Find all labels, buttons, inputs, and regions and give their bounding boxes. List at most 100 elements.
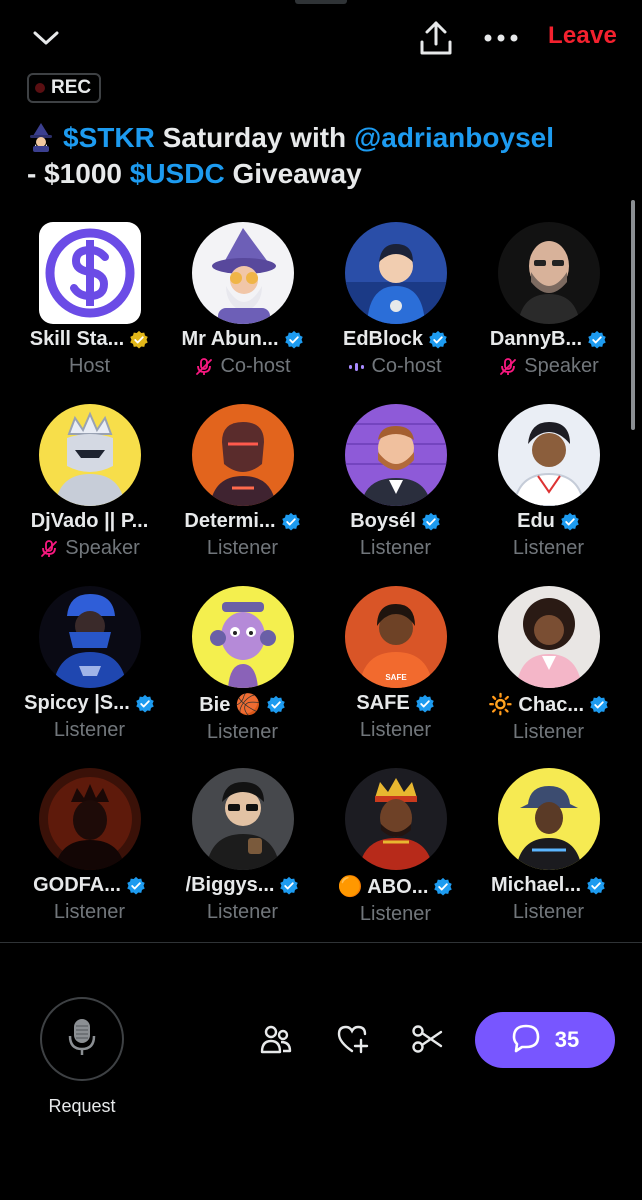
- avatar[interactable]: [38, 404, 141, 506]
- participant-card[interactable]: 🔆 Chac... Listener: [472, 586, 625, 756]
- participant-role-row: Co-host: [349, 355, 442, 378]
- participant-name: Skill Sta...: [29, 328, 125, 350]
- participant-card[interactable]: Determi... Listener: [166, 404, 319, 574]
- recording-dot-icon: [35, 83, 45, 93]
- participant-name: DannyB...: [489, 328, 583, 350]
- clip-icon[interactable]: [410, 1022, 444, 1056]
- title-usdc-link[interactable]: $USDC: [130, 158, 225, 189]
- participant-card[interactable]: Skill Sta... Host: [13, 222, 166, 392]
- title-stkr-link[interactable]: $STKR: [63, 122, 155, 153]
- participant-card[interactable]: Michael... Listener: [472, 768, 625, 938]
- participant-role-row: Listener: [207, 537, 278, 560]
- participant-role: Listener: [512, 721, 585, 743]
- participant-card[interactable]: GODFA... Listener: [13, 768, 166, 938]
- avatar[interactable]: [38, 222, 141, 324]
- participant-role-row: Listener: [207, 721, 278, 744]
- scrollbar[interactable]: [631, 200, 635, 430]
- wizard-emoji-icon: [27, 122, 55, 152]
- participant-card[interactable]: Boysél Listener: [319, 404, 472, 574]
- participant-name: Bie 🏀: [199, 694, 261, 716]
- recording-label: REC: [51, 77, 92, 98]
- title-text-2: - $1000: [27, 158, 130, 189]
- participant-role: Listener: [53, 719, 126, 741]
- participant-role-row: Listener: [513, 901, 584, 924]
- more-icon[interactable]: [478, 20, 524, 56]
- participant-role: Listener: [359, 903, 432, 925]
- mic-muted-icon: [194, 357, 214, 377]
- mic-muted-icon: [39, 539, 59, 559]
- request-mic-button[interactable]: [40, 997, 124, 1081]
- participant-role-row: Speaker: [498, 355, 599, 378]
- verified-badge-icon: [284, 330, 304, 350]
- participant-role-row: Listener: [207, 901, 278, 924]
- participant-name-row: Edu: [517, 510, 580, 533]
- title-text-3: Giveaway: [224, 158, 362, 189]
- avatar[interactable]: [191, 768, 294, 870]
- participant-name: Boysél: [350, 510, 416, 532]
- participant-name: Spiccy |S...: [24, 692, 130, 714]
- participant-name-row: Boysél: [350, 510, 441, 533]
- avatar[interactable]: [191, 222, 294, 324]
- verified-badge-icon: [428, 330, 448, 350]
- avatar[interactable]: [38, 586, 141, 688]
- share-icon[interactable]: [414, 16, 458, 60]
- avatar[interactable]: [344, 768, 447, 870]
- participant-role: Listener: [359, 537, 432, 559]
- participant-name: 🟠 ABO...: [337, 876, 429, 898]
- participant-role: Listener: [206, 721, 279, 743]
- verified-badge-icon: [421, 512, 441, 532]
- avatar[interactable]: [497, 222, 600, 324]
- avatar[interactable]: [191, 586, 294, 688]
- speaking-indicator-icon: [349, 362, 365, 371]
- divider: [0, 942, 642, 943]
- participant-name: DjVado || P...: [30, 510, 149, 532]
- participant-card[interactable]: Mr Abun... Co-host: [166, 222, 319, 392]
- recording-badge: REC: [27, 73, 102, 103]
- participant-role-row: Speaker: [39, 537, 140, 560]
- avatar[interactable]: [497, 768, 600, 870]
- participant-card[interactable]: 🟠 ABO... Listener: [319, 768, 472, 938]
- people-icon[interactable]: [259, 1022, 293, 1056]
- participant-card[interactable]: DannyB... Speaker: [472, 222, 625, 392]
- avatar[interactable]: [344, 222, 447, 324]
- participant-card[interactable]: DjVado || P... Speaker: [13, 404, 166, 574]
- leave-button[interactable]: Leave: [548, 22, 617, 50]
- participant-role: Co-host: [371, 355, 442, 377]
- top-handle: [295, 0, 347, 4]
- space-title: $STKR Saturday with @adrianboysel - $100…: [27, 120, 627, 192]
- avatar[interactable]: [497, 586, 600, 688]
- participant-card[interactable]: Spiccy |S... Listener: [13, 586, 166, 756]
- participant-name-row: 🔆 Chac...: [488, 692, 609, 717]
- avatar[interactable]: [191, 404, 294, 506]
- participant-name: Determi...: [184, 510, 276, 532]
- participant-card[interactable]: SAFE SAFE Listener: [319, 586, 472, 756]
- participant-role-row: Listener: [54, 719, 125, 742]
- participant-name-row: /Biggys...: [186, 874, 300, 897]
- comments-button[interactable]: 35: [475, 1012, 615, 1068]
- participant-name-row: 🟠 ABO...: [338, 874, 454, 899]
- participant-card[interactable]: /Biggys... Listener: [166, 768, 319, 938]
- avatar[interactable]: [344, 404, 447, 506]
- participant-role: Listener: [53, 901, 126, 923]
- avatar[interactable]: [38, 768, 141, 870]
- participant-name-row: Spiccy |S...: [24, 692, 155, 715]
- participant-role-row: Listener: [54, 901, 125, 924]
- title-text-1: Saturday with: [154, 122, 354, 153]
- avatar[interactable]: [497, 404, 600, 506]
- participant-name-row: GODFA...: [33, 874, 146, 897]
- participant-role-row: Listener: [360, 537, 431, 560]
- chevron-down-icon[interactable]: [28, 20, 64, 56]
- verified-badge-icon: [586, 876, 606, 896]
- participant-card[interactable]: Bie 🏀 Listener: [166, 586, 319, 756]
- avatar[interactable]: SAFE: [344, 586, 447, 688]
- verified-badge-icon: [135, 694, 155, 714]
- participant-card[interactable]: EdBlock Co-host: [319, 222, 472, 392]
- participant-card[interactable]: Edu Listener: [472, 404, 625, 574]
- verified-badge-icon: [129, 330, 149, 350]
- participant-name: EdBlock: [342, 328, 424, 350]
- title-mention-link[interactable]: @adrianboysel: [354, 122, 554, 153]
- participant-name-row: Mr Abun...: [181, 328, 303, 351]
- heart-plus-icon[interactable]: [335, 1022, 369, 1056]
- participant-name: Michael...: [490, 874, 582, 896]
- participant-name-row: SAFE: [356, 692, 434, 715]
